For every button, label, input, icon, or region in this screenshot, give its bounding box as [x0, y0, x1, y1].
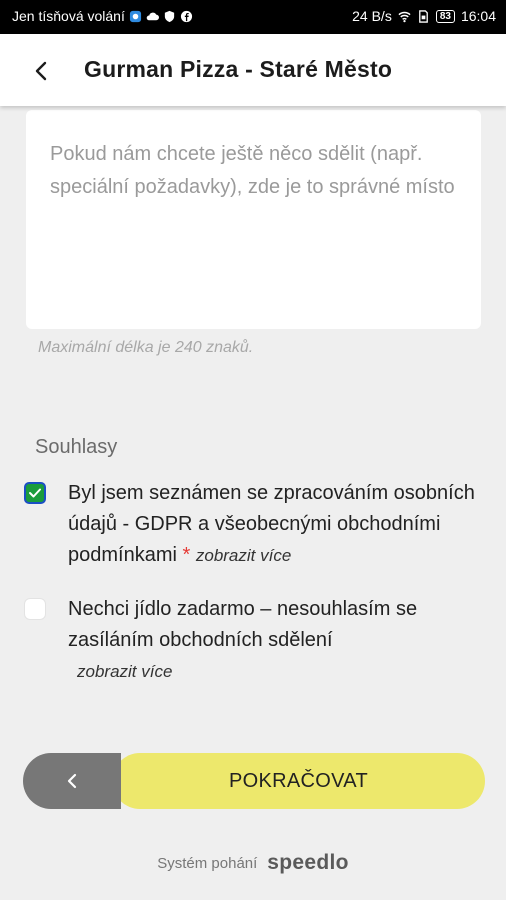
sim-icon: [418, 9, 428, 23]
speedlo-logo: speedlo: [267, 851, 349, 874]
chevron-left-icon: [67, 773, 77, 789]
shield-icon: [164, 10, 175, 22]
checkmark-icon: [29, 488, 41, 498]
marketing-checkbox[interactable]: [24, 598, 46, 620]
footer: Systém pohání speedlo: [0, 851, 506, 875]
carrier-text: Jen tísňová volání: [12, 8, 125, 24]
status-left: Jen tísňová volání: [12, 8, 193, 24]
note-length-hint: Maximální délka je 240 znaků.: [38, 339, 254, 356]
battery-icon: 83: [435, 9, 455, 23]
required-mark: *: [182, 544, 191, 566]
page-title: Gurman Pizza - Staré Město: [84, 56, 393, 82]
powered-by-text: Systém pohání: [157, 854, 258, 872]
gdpr-consent-text: Byl jsem seznámen se zpracováním osobníc…: [68, 478, 488, 571]
clock-text: 16:04: [460, 8, 496, 24]
marketing-label: Nechci jídlo zadarmo – nesouhlasím se za…: [68, 598, 418, 651]
gdpr-checkbox[interactable]: [24, 482, 46, 504]
app-bar: Gurman Pizza - Staré Město: [0, 34, 506, 106]
continue-button[interactable]: POKRAČOVAT: [112, 753, 485, 809]
back-arrow-icon: [35, 61, 47, 81]
marketing-consent-text: Nechci jídlo zadarmo – nesouhlasím se za…: [68, 594, 488, 687]
previous-button[interactable]: [23, 753, 121, 809]
cloud-icon: [146, 12, 159, 20]
note-field-container: [26, 110, 481, 329]
action-buttons: POKRAČOVAT: [23, 753, 485, 809]
marketing-more-link[interactable]: zobrazit více: [77, 656, 172, 687]
status-bar: Jen tísňová volání 24 B/s 83 16:04: [0, 0, 506, 34]
facebook-icon: [180, 10, 192, 22]
status-right: 24 B/s 83 16:04: [352, 8, 496, 24]
wifi-icon: [398, 11, 411, 22]
back-button[interactable]: [26, 56, 56, 86]
gdpr-more-link[interactable]: zobrazit více: [196, 546, 291, 565]
note-textarea[interactable]: [26, 110, 481, 329]
consents-title: Souhlasy: [35, 436, 118, 458]
net-speed-text: 24 B/s: [352, 8, 392, 24]
app-notification-icon: [129, 10, 141, 22]
